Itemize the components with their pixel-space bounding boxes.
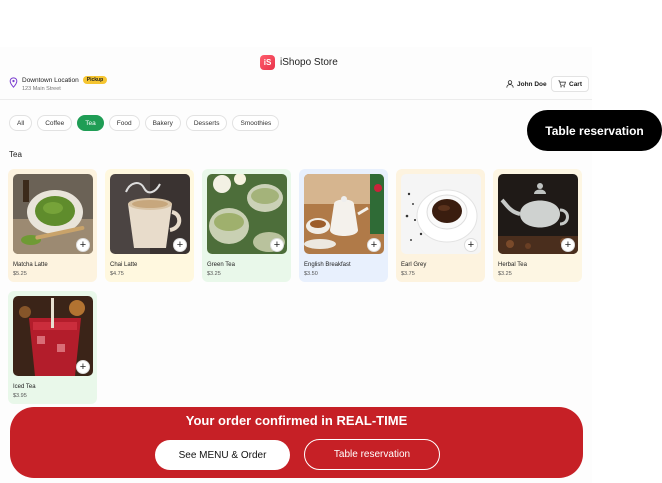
category-chip-all[interactable]: All	[9, 115, 33, 131]
location-pin-icon	[9, 77, 18, 88]
product-grid: + Matcha Latte $5.25 + Chai Latte $4.75 …	[8, 169, 588, 404]
product-price: $3.25	[207, 271, 221, 277]
category-chip-bakery[interactable]: Bakery	[144, 115, 181, 131]
pickup-badge: Pickup	[82, 76, 108, 84]
product-card-herbal-tea[interactable]: + Herbal Tea $3.25	[493, 169, 582, 282]
product-name: Matcha Latte	[13, 262, 48, 268]
user-icon	[506, 80, 514, 88]
product-price: $3.50	[304, 271, 318, 277]
product-name: Earl Grey	[401, 262, 427, 268]
add-to-cart-button[interactable]: +	[76, 360, 90, 374]
product-name: Green Tea	[207, 262, 235, 268]
product-card-green-tea[interactable]: + Green Tea $3.25	[202, 169, 291, 282]
cart-button[interactable]: Cart	[551, 76, 590, 92]
brand[interactable]: iS iShopo Store	[260, 55, 338, 70]
banner-title: Your order confirmed in REAL-TIME	[185, 413, 408, 428]
category-chip-desserts[interactable]: Desserts	[185, 115, 228, 131]
table-reservation-button[interactable]: Table reservation	[304, 439, 440, 470]
add-to-cart-button[interactable]: +	[464, 238, 478, 252]
product-card-english-breakfast[interactable]: + English Breakfast $3.50	[299, 169, 388, 282]
store-header: iS iShopo Store Downtown Location Pickup…	[0, 47, 592, 100]
add-to-cart-button[interactable]: +	[270, 238, 284, 252]
category-tabs: All Coffee Tea Food Bakery Desserts Smoo…	[9, 115, 280, 131]
product-name: Chai Latte	[110, 262, 138, 268]
promo-banner: Your order confirmed in REAL-TIME See ME…	[10, 407, 583, 478]
product-price: $3.95	[13, 393, 27, 399]
location-selector[interactable]: Downtown Location Pickup 123 Main Street	[9, 76, 108, 92]
cart-icon	[558, 80, 566, 88]
cart-label: Cart	[569, 80, 583, 88]
product-name: English Breakfast	[304, 262, 351, 268]
product-card-matcha-latte[interactable]: + Matcha Latte $5.25	[8, 169, 97, 282]
product-name: Iced Tea	[13, 384, 36, 390]
add-to-cart-button[interactable]: +	[76, 238, 90, 252]
location-address: 123 Main Street	[22, 86, 61, 92]
add-to-cart-button[interactable]: +	[561, 238, 575, 252]
product-card-iced-tea[interactable]: + Iced Tea $3.95	[8, 291, 97, 404]
user-name: John Doe	[517, 80, 547, 88]
add-to-cart-button[interactable]: +	[173, 238, 187, 252]
add-to-cart-button[interactable]: +	[367, 238, 381, 252]
product-name: Herbal Tea	[498, 262, 527, 268]
product-card-earl-grey[interactable]: + Earl Grey $3.75	[396, 169, 485, 282]
page: iS iShopo Store Downtown Location Pickup…	[0, 0, 662, 483]
product-price: $3.25	[498, 271, 512, 277]
section-title: Tea	[9, 150, 22, 159]
product-price: $4.75	[110, 271, 124, 277]
brand-name: iShopo Store	[280, 57, 338, 68]
table-reservation-floating-button[interactable]: Table reservation	[527, 110, 662, 151]
product-card-chai-latte[interactable]: + Chai Latte $4.75	[105, 169, 194, 282]
user-menu[interactable]: John Doe	[506, 80, 547, 88]
category-chip-smoothies[interactable]: Smoothies	[232, 115, 280, 131]
product-price: $3.75	[401, 271, 415, 277]
brand-logo-icon: iS	[260, 55, 275, 70]
category-chip-tea[interactable]: Tea	[77, 115, 104, 131]
category-chip-food[interactable]: Food	[108, 115, 140, 131]
category-chip-coffee[interactable]: Coffee	[37, 115, 73, 131]
see-menu-order-button[interactable]: See MENU & Order	[155, 440, 290, 470]
location-name: Downtown Location	[22, 76, 79, 84]
product-price: $5.25	[13, 271, 27, 277]
